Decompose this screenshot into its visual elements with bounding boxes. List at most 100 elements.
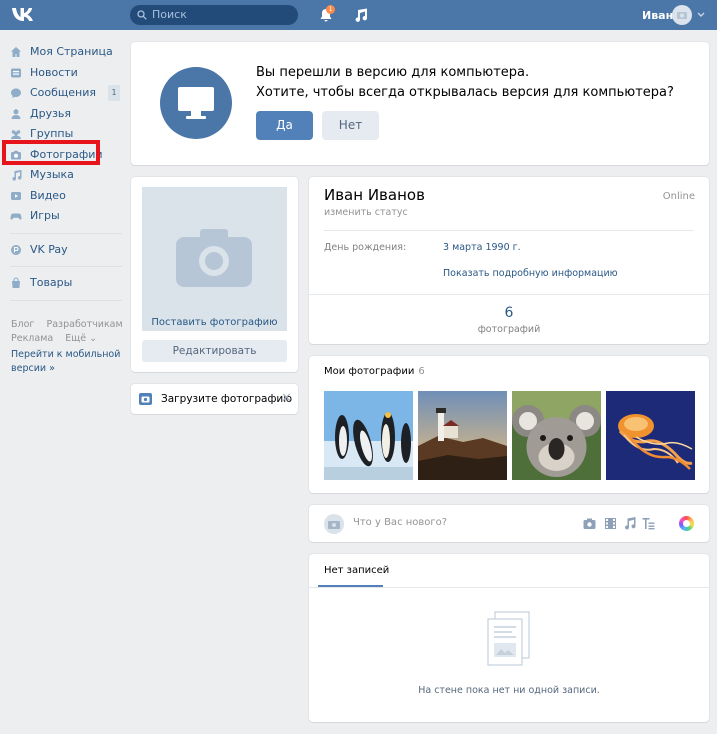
footer-link-ads[interactable]: Реклама — [11, 333, 53, 344]
footer-link-more[interactable]: Ещё — [65, 333, 86, 344]
sidebar-divider — [10, 266, 122, 267]
shopping-bag-icon — [12, 277, 20, 288]
vkpay-icon — [11, 244, 21, 255]
lighthouse-photo — [418, 391, 507, 480]
empty-wall-message: На стене пока нет ни одной записи. — [418, 685, 600, 696]
sidebar-item-messages[interactable]: Сообщения 1 — [10, 83, 122, 104]
upload-photo-text: Загрузите фотографию — [161, 393, 293, 405]
sidebar-item-label: Игры — [30, 209, 60, 222]
camera-icon — [176, 229, 252, 287]
koala-photo — [512, 391, 601, 480]
change-status-link[interactable]: изменить статус — [324, 207, 408, 218]
photos-title-text: Мои фотографии — [324, 366, 415, 377]
sidebar-item-label: Сообщения — [30, 86, 97, 99]
photos-highlight-frame — [2, 140, 100, 165]
jellyfish-photo — [606, 391, 695, 480]
empty-wall-document-icon — [487, 611, 530, 666]
top-bar: Поиск 1 Иван — [0, 0, 717, 30]
mobile-version-link-cont[interactable]: версии » — [11, 362, 123, 376]
photo-thumbnail-jellyfish[interactable] — [606, 391, 695, 480]
yes-button[interactable]: Да — [256, 111, 313, 140]
vk-logo-icon[interactable] — [10, 5, 38, 25]
photo-thumbnail-koala[interactable] — [512, 391, 601, 480]
mobile-link-line2: версии » — [11, 363, 55, 374]
sidebar-item-my-page[interactable]: Моя Страница — [10, 42, 122, 63]
photo-count-label[interactable]: фотографий — [309, 324, 709, 335]
upload-photo-prompt[interactable]: Загрузите фотографию ✕ — [131, 384, 298, 414]
home-icon — [11, 47, 21, 57]
sidebar-item-label: Моя Страница — [30, 45, 113, 58]
groups-icon — [11, 130, 21, 139]
footer-link-developers[interactable]: Разработчикам — [47, 319, 123, 330]
sidebar-divider — [10, 299, 122, 301]
birthday-value[interactable]: 3 марта 1990 г. — [443, 242, 521, 253]
search-placeholder: Поиск — [152, 8, 187, 21]
sidebar-item-video[interactable]: Видео — [10, 186, 122, 207]
chevron-down-icon[interactable] — [697, 12, 705, 18]
header-user-avatar[interactable] — [672, 5, 692, 25]
edit-profile-button[interactable]: Редактировать — [142, 340, 287, 362]
photo-thumbnail-penguins[interactable] — [324, 391, 413, 480]
birthday-label: День рождения: — [324, 242, 407, 253]
info-divider — [324, 230, 694, 231]
banner-text-line1: Вы перешли в версию для компьютера. — [256, 65, 530, 80]
new-post-input[interactable]: Что у Вас нового? — [353, 517, 447, 528]
close-icon[interactable]: ✕ — [281, 391, 292, 406]
search-input[interactable]: Поиск — [130, 5, 298, 25]
attach-article-icon[interactable] — [642, 517, 655, 530]
post-background-color-icon[interactable] — [679, 516, 694, 531]
sidebar-item-games[interactable]: Игры — [10, 206, 122, 227]
avatar-placeholder[interactable]: Поставить фотографию — [142, 187, 287, 331]
sidebar-item-label: VK Pay — [30, 242, 68, 256]
music-icon — [12, 170, 22, 181]
post-composer: Что у Вас нового? — [309, 505, 709, 542]
messages-icon — [11, 88, 21, 98]
sidebar-item-news[interactable]: Новости — [10, 63, 122, 84]
profile-avatar-card: Поставить фотографию Редактировать — [131, 177, 298, 372]
photo-count[interactable]: 6 — [309, 305, 709, 321]
camera-icon — [677, 12, 687, 19]
attach-video-icon[interactable] — [604, 517, 617, 530]
sidebar-item-music[interactable]: Музыка — [10, 165, 122, 186]
set-photo-link[interactable]: Поставить фотографию — [142, 317, 287, 328]
no-button[interactable]: Нет — [322, 111, 379, 140]
photos-section-title[interactable]: Мои фотографии 6 — [324, 366, 425, 377]
sidebar-item-goods[interactable]: Товары — [10, 273, 122, 294]
news-icon — [11, 68, 21, 77]
monitor-illustration — [160, 67, 232, 139]
info-divider — [309, 294, 709, 295]
video-icon — [11, 191, 21, 200]
monitor-icon — [178, 87, 214, 119]
music-player-icon[interactable] — [352, 7, 368, 23]
sidebar-item-label: Музыка — [30, 168, 74, 181]
sidebar-item-vkpay[interactable]: VK Pay — [10, 240, 122, 261]
sidebar-footer: Блог Разработчикам Реклама Ещё ⌄ Перейти… — [11, 318, 123, 376]
sidebar-item-label: Товары — [30, 276, 73, 289]
online-status: Online — [662, 191, 695, 202]
tab-no-posts[interactable]: Нет записей — [324, 565, 389, 576]
profile-name: Иван Иванов — [324, 186, 425, 204]
wall-card: Нет записей На стене пока нет ни одной з… — [309, 554, 709, 722]
photo-thumbnail-lighthouse[interactable] — [418, 391, 507, 480]
my-photos-card: Мои фотографии 6 — [309, 356, 709, 493]
wall-divider — [309, 587, 709, 588]
penguins-photo — [324, 391, 413, 480]
attach-music-icon[interactable] — [623, 517, 636, 530]
footer-link-blog[interactable]: Блог — [11, 319, 34, 330]
sidebar-item-label: Видео — [30, 188, 66, 202]
sidebar-item-label: Новости — [30, 65, 78, 79]
mobile-version-link[interactable]: Перейти к мобильной — [11, 348, 123, 362]
sidebar-item-label: Друзья — [30, 106, 72, 120]
attach-photo-icon[interactable] — [583, 517, 596, 530]
chevron-down-icon: ⌄ — [89, 333, 98, 344]
show-details-link[interactable]: Показать подробную информацию — [443, 268, 618, 279]
search-icon — [137, 10, 147, 20]
friends-icon — [11, 108, 21, 119]
camera-icon — [139, 393, 152, 405]
banner-text-line2: Хотите, чтобы всегда открывалась версия … — [256, 85, 674, 100]
sidebar-item-friends[interactable]: Друзья — [10, 104, 122, 125]
gamepad-icon — [10, 213, 22, 220]
composer-avatar — [324, 514, 344, 534]
profile-info-card: Иван Иванов Online изменить статус День … — [309, 177, 709, 344]
header-user-name[interactable]: Иван — [642, 9, 673, 22]
